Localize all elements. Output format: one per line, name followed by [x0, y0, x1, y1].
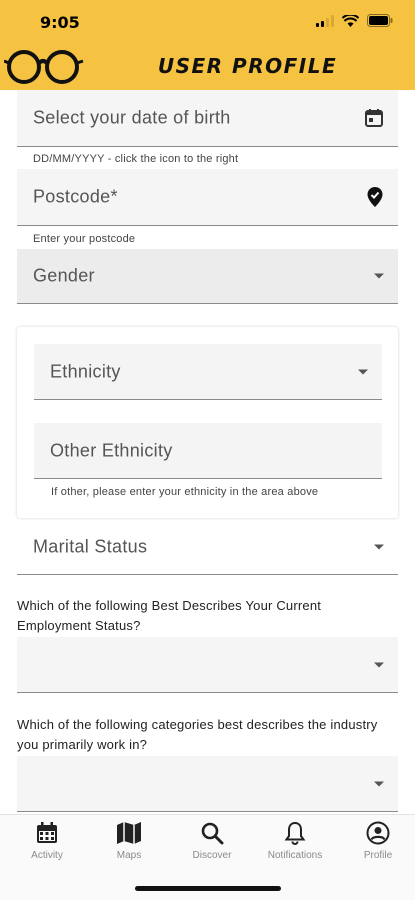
nav-item-notifications[interactable]: Notifications: [255, 821, 335, 861]
status-icons: [316, 14, 393, 27]
nav-item-activity[interactable]: Activity: [7, 821, 87, 861]
bell-icon: [284, 821, 306, 845]
map-icon: [117, 822, 141, 844]
nav-label-notifications: Notifications: [267, 850, 323, 861]
postcode-field[interactable]: Postcode*: [17, 169, 398, 226]
nav-label-profile: Profile: [363, 850, 393, 861]
calendar-icon[interactable]: [364, 108, 384, 128]
ethnicity-dropdown[interactable]: Ethnicity: [34, 344, 382, 400]
postcode-helper: Enter your postcode: [33, 233, 136, 245]
industry-dropdown[interactable]: [17, 756, 398, 812]
nav-label-discover: Discover: [192, 850, 232, 861]
status-time: 9:05: [40, 13, 80, 32]
dropdown-arrow-icon: [374, 662, 384, 667]
date-of-birth-label: Select your date of birth: [33, 107, 231, 128]
calendar-grid-icon: [37, 822, 57, 843]
wifi-icon: [342, 14, 359, 27]
signal-icon: [316, 14, 334, 27]
nav-item-maps[interactable]: Maps: [89, 821, 169, 861]
employment-question: Which of the following Best Describes Yo…: [17, 598, 322, 633]
marital-status-dropdown[interactable]: Marital Status: [17, 520, 398, 575]
employment-status-dropdown[interactable]: [17, 637, 398, 693]
nav-label-activity: Activity: [31, 850, 63, 861]
date-of-birth-field[interactable]: Select your date of birth: [17, 90, 398, 147]
postcode-label: Postcode*: [33, 186, 118, 207]
date-of-birth-helper: DD/MM/YYYY - click the icon to the right: [33, 153, 239, 165]
other-ethnicity-input[interactable]: Other Ethnicity: [34, 423, 382, 479]
nav-label-maps: Maps: [116, 850, 142, 861]
account-circle-icon: [366, 821, 390, 845]
gender-dropdown[interactable]: Gender: [17, 249, 398, 304]
dropdown-arrow-icon: [374, 544, 384, 550]
dropdown-arrow-icon: [374, 781, 384, 786]
other-ethnicity-label: Other Ethnicity: [50, 440, 173, 460]
home-indicator[interactable]: [135, 886, 281, 891]
search-icon: [201, 822, 224, 845]
industry-question: Which of the following categories best d…: [17, 717, 378, 752]
app-header: 9:05 USER PROFILE: [0, 0, 415, 90]
dropdown-arrow-icon: [358, 369, 368, 374]
nav-item-profile[interactable]: Profile: [338, 821, 415, 861]
nav-item-discover[interactable]: Discover: [172, 821, 252, 861]
page-title: USER PROFILE: [157, 54, 338, 78]
ethnicity-label: Ethnicity: [50, 361, 121, 381]
other-ethnicity-helper: If other, please enter your ethnicity in…: [51, 486, 319, 498]
gender-label: Gender: [33, 265, 95, 286]
marital-status-label: Marital Status: [33, 536, 148, 557]
ethnicity-card: Ethnicity Other Ethnicity If other, plea…: [17, 327, 398, 518]
battery-icon: [367, 14, 393, 27]
dropdown-arrow-icon: [374, 273, 384, 279]
location-pin-icon[interactable]: [366, 186, 384, 208]
